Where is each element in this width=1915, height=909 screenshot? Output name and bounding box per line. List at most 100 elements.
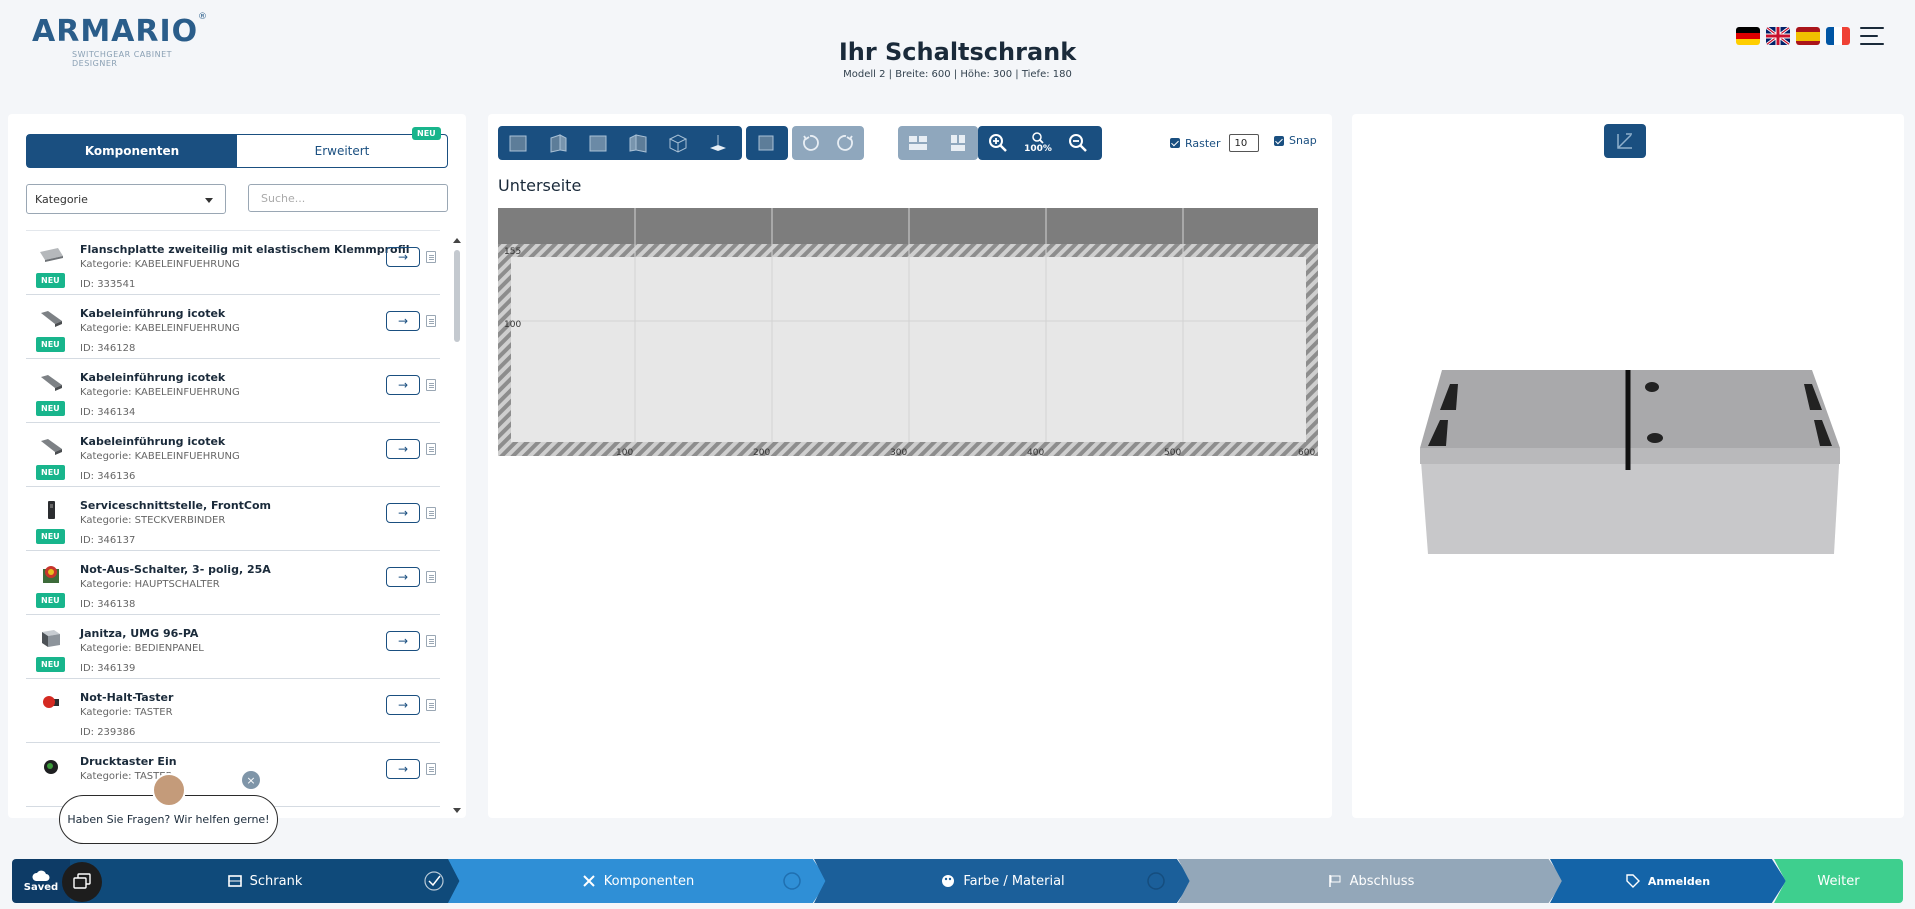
layout-grid-button[interactable] (898, 126, 938, 160)
preview-3d-panel (1352, 114, 1904, 818)
raster-checkbox[interactable] (1170, 138, 1180, 148)
add-component-button[interactable]: → (386, 375, 420, 395)
item-id: ID: 346137 (80, 535, 136, 546)
view-bottom-button[interactable] (698, 126, 738, 160)
view-toolbar (498, 126, 742, 160)
menu-icon[interactable] (1860, 27, 1884, 45)
item-id: ID: 346136 (80, 471, 136, 482)
datasheet-icon[interactable] (426, 571, 436, 583)
search-input[interactable] (248, 184, 448, 212)
list-scrollbar[interactable] (454, 250, 460, 342)
item-id: ID: 346128 (80, 343, 136, 354)
datasheet-icon[interactable] (426, 251, 436, 263)
undo-button[interactable] (792, 126, 828, 160)
scroll-down-icon[interactable] (453, 808, 461, 813)
new-badge: NEU (36, 593, 65, 608)
connector-thumb (48, 501, 55, 519)
cabinet-3d-view[interactable] (1412, 354, 1852, 574)
item-category: Kategorie: STECKVERBINDER (80, 515, 226, 526)
datasheet-icon[interactable] (426, 763, 436, 775)
arrow-right-icon: → (397, 314, 409, 328)
close-icon[interactable]: × (242, 771, 260, 789)
flag-en-icon[interactable] (1766, 27, 1790, 45)
step-schrank[interactable]: Schrank (70, 859, 460, 903)
components-panel: Komponenten Erweitert NEU Kategorie NEU … (8, 114, 466, 818)
snap-checkbox[interactable] (1274, 135, 1284, 146)
category-select[interactable]: Kategorie (26, 184, 226, 214)
model-dimensions: Modell 2 | Breite: 600 | Höhe: 300 | Tie… (843, 69, 1072, 80)
zoom-in-button[interactable] (978, 126, 1018, 160)
arrow-right-icon: → (397, 250, 409, 264)
frame-toggle-button[interactable] (746, 126, 788, 160)
step-farbe-material[interactable]: Farbe / Material (814, 859, 1192, 903)
x-tick-200: 200 (753, 448, 770, 458)
step-label: Schrank (249, 873, 303, 889)
raster-size-input[interactable] (1229, 134, 1260, 152)
x-tick-400: 400 (1027, 448, 1044, 458)
tools-icon (583, 875, 595, 887)
datasheet-icon[interactable] (426, 443, 436, 455)
view-right-button[interactable] (618, 126, 658, 160)
chat-open-button[interactable] (62, 862, 102, 902)
add-component-button[interactable]: → (386, 631, 420, 651)
list-item[interactable]: Not-Halt-Taster Kategorie: TASTER ID: 23… (26, 679, 440, 743)
datasheet-icon[interactable] (426, 507, 436, 519)
cabinet-2d-canvas[interactable]: 155 100 100 200 300 400 500 600 (498, 208, 1318, 458)
item-name: Kabeleinführung icotek (80, 371, 226, 384)
list-item[interactable]: NEU Serviceschnittstelle, FrontCom Kateg… (26, 487, 440, 551)
arrow-right-icon: → (397, 506, 409, 520)
add-component-button[interactable]: → (386, 503, 420, 523)
flag-es-icon[interactable] (1796, 27, 1820, 45)
view-left-button[interactable] (538, 126, 578, 160)
step-komponenten[interactable]: Komponenten (448, 859, 828, 903)
datasheet-icon[interactable] (426, 315, 436, 327)
zoom-out-button[interactable] (1058, 126, 1098, 160)
step-abschluss[interactable]: Abschluss (1178, 859, 1564, 903)
item-category: Kategorie: BEDIENPANEL (80, 643, 204, 654)
chat-message: Haben Sie Fragen? Wir helfen gerne! (67, 813, 270, 826)
list-item[interactable]: NEU Kabeleinführung icotek Kategorie: KA… (26, 295, 440, 359)
view-back-button[interactable] (578, 126, 618, 160)
snap-control: Snap (1274, 134, 1317, 147)
layout-columns-icon (951, 135, 965, 151)
layout-columns-button[interactable] (938, 126, 978, 160)
list-item[interactable]: NEU Flanschplatte zweiteilig mit elastis… (26, 231, 440, 295)
y-tick-100: 100 (504, 320, 521, 330)
zoom-reset-button[interactable]: 100% (1018, 126, 1058, 160)
datasheet-icon[interactable] (426, 379, 436, 391)
add-component-button[interactable]: → (386, 311, 420, 331)
cabinet-top-strip (498, 208, 1318, 244)
gland-hole (1647, 433, 1663, 443)
tab-komponenten[interactable]: Komponenten (27, 135, 237, 167)
flag-icon (1328, 875, 1341, 887)
cube-front-icon (509, 135, 527, 152)
datasheet-icon[interactable] (426, 635, 436, 647)
flag-fr-icon[interactable] (1826, 27, 1850, 45)
add-component-button[interactable]: → (386, 567, 420, 587)
list-item[interactable]: NEU Not-Aus-Schalter, 3- polig, 25A Kate… (26, 551, 440, 615)
list-item[interactable]: NEU Kabeleinführung icotek Kategorie: KA… (26, 359, 440, 423)
zoom-in-icon (989, 134, 1007, 152)
cable-entry-thumb (41, 375, 62, 391)
add-component-button[interactable]: → (386, 247, 420, 267)
page-title: Ihr Schaltschrank (838, 38, 1077, 66)
item-name: Not-Aus-Schalter, 3- polig, 25A (80, 563, 271, 576)
scroll-up-icon[interactable] (453, 238, 461, 243)
reset-view-button[interactable] (1604, 124, 1646, 158)
add-component-button[interactable]: → (386, 759, 420, 779)
add-component-button[interactable]: → (386, 439, 420, 459)
flag-de-icon[interactable] (1736, 27, 1760, 45)
redo-button[interactable] (828, 126, 864, 160)
add-component-button[interactable]: → (386, 695, 420, 715)
step-anmelden[interactable]: Anmelden (1550, 859, 1786, 903)
new-badge: NEU (36, 401, 65, 416)
list-item[interactable]: NEU Janitza, UMG 96-PA Kategorie: BEDIEN… (26, 615, 440, 679)
view-top-button[interactable] (658, 126, 698, 160)
x-tick-300: 300 (890, 448, 907, 458)
view-front-button[interactable] (498, 126, 538, 160)
datasheet-icon[interactable] (426, 699, 436, 711)
step-label: Komponenten (603, 873, 695, 889)
y-tick-155: 155 (504, 247, 521, 257)
list-item[interactable]: NEU Kabeleinführung icotek Kategorie: KA… (26, 423, 440, 487)
next-button[interactable]: Weiter (1774, 859, 1903, 903)
